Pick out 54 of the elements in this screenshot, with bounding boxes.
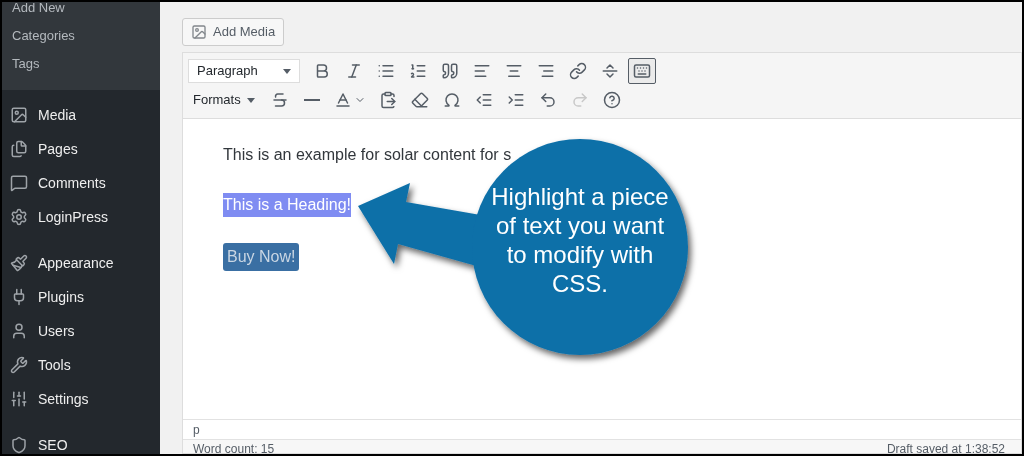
submenu-item[interactable]: Add New: [2, 2, 160, 22]
horizontal-line-icon: [303, 99, 320, 101]
sliders-icon: [10, 390, 28, 408]
align-left-icon: [473, 62, 491, 80]
caret-icon: [246, 97, 255, 103]
submenu-item[interactable]: Tags: [2, 50, 160, 78]
caret-icon: [283, 68, 291, 74]
bulleted-list-icon: [377, 62, 395, 80]
sidebar-item[interactable]: Plugins: [2, 280, 160, 314]
sidebar-item[interactable]: Tools: [2, 348, 160, 382]
align-center-icon: [505, 62, 523, 80]
quote-icon: [441, 62, 459, 80]
draft-saved-text: Draft saved at 1:38:52: [886, 441, 1005, 453]
sidebar-item[interactable]: Media: [2, 98, 160, 132]
add-media-button[interactable]: Add Media: [182, 18, 285, 46]
callout-text: Highlight a piece of text you want to modify with CSS.: [490, 182, 670, 298]
align-right-icon: [537, 62, 555, 80]
text-color-icon: [333, 91, 352, 109]
sidebar-item[interactable]: Pages: [2, 132, 160, 166]
formats-menu[interactable]: Formats: [188, 88, 260, 112]
sidebar-item[interactable]: LoginPress: [2, 200, 160, 234]
paintbrush-icon: [10, 254, 28, 272]
sidebar-item[interactable]: SEO: [2, 428, 160, 454]
indent-icon: [506, 91, 525, 109]
numbered-list-icon: [409, 62, 427, 80]
redo-icon: [570, 91, 589, 109]
submenu-item[interactable]: Categories: [2, 22, 160, 50]
wrench-icon: [10, 356, 28, 374]
paragraph-select[interactable]: Paragraph: [188, 59, 300, 83]
word-count-text: Word count: 15: [193, 441, 275, 453]
gear-icon: [10, 208, 28, 226]
eraser-icon: [410, 91, 429, 109]
pages-icon: [10, 140, 28, 158]
sidebar-item[interactable]: Settings: [2, 382, 160, 416]
omega-icon: [442, 91, 461, 109]
undo-icon: [538, 91, 557, 109]
media-icon: [191, 24, 207, 40]
italic-icon: [345, 62, 363, 80]
sidebar-item[interactable]: Users: [2, 314, 160, 348]
shield-icon: [10, 436, 28, 454]
paragraph-text: This is an example for solar content for s: [223, 145, 512, 165]
sidebar-item[interactable]: Comments: [2, 166, 160, 200]
link-icon: [569, 62, 587, 80]
paste-text-icon: [378, 91, 397, 109]
media-icon: [10, 106, 28, 124]
sidebar-item[interactable]: Appearance: [2, 246, 160, 280]
buy-now-button[interactable]: Buy Now!: [223, 243, 300, 271]
toolbar-button[interactable]: [628, 58, 656, 84]
strikethrough-icon: [270, 91, 289, 109]
speech-bubble-icon: [10, 174, 28, 192]
user-icon: [10, 322, 28, 340]
help-icon: [602, 91, 621, 109]
heading-text: This is a Heading!: [223, 193, 352, 217]
outdent-icon: [474, 91, 493, 109]
